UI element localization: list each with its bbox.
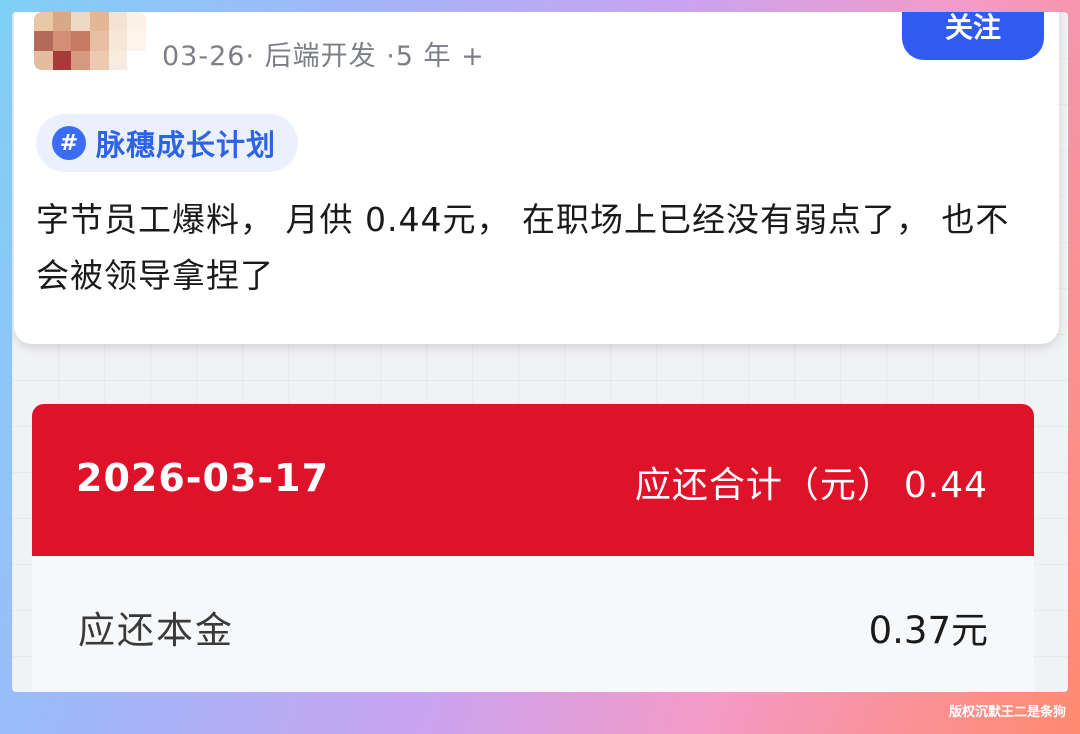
- bill-date: 2026-03-17: [76, 456, 330, 500]
- watermark-text: 版权沉默王二是条狗: [948, 705, 1066, 720]
- post-card: 03-26· 后端开发 ·5 年 + 关注 # 脉穗成长计划 字节员工爆料， 月…: [14, 12, 1059, 344]
- hashtag-icon: #: [52, 126, 86, 160]
- follow-button[interactable]: 关注: [902, 12, 1044, 60]
- bill-header: 2026-03-17 应还合计（元） 0.44: [32, 404, 1034, 556]
- post-content: 字节员工爆料， 月供 0.44元， 在职场上已经没有弱点了， 也不会被领导拿捏了: [36, 200, 1010, 295]
- bill-row-value: 0.37元: [868, 609, 988, 652]
- screenshot-frame: 03-26· 后端开发 ·5 年 + 关注 # 脉穗成长计划 字节员工爆料， 月…: [12, 12, 1068, 692]
- bill-row-principal: 应还本金 0.37元: [32, 556, 1034, 692]
- avatar[interactable]: [34, 12, 146, 70]
- bill-total-label: 应还合计（元）: [634, 465, 894, 506]
- post-meta: 03-26· 后端开发 ·5 年 +: [162, 41, 485, 72]
- bill-card: 2026-03-17 应还合计（元） 0.44 应还本金 0.37元: [32, 404, 1034, 692]
- topic-tag[interactable]: # 脉穗成长计划: [36, 114, 299, 172]
- bill-row-label: 应还本金: [78, 609, 234, 652]
- topic-tag-label: 脉穗成长计划: [96, 128, 277, 162]
- bill-total-value: 0.44: [903, 465, 988, 506]
- bill-total: 应还合计（元） 0.44: [635, 456, 988, 508]
